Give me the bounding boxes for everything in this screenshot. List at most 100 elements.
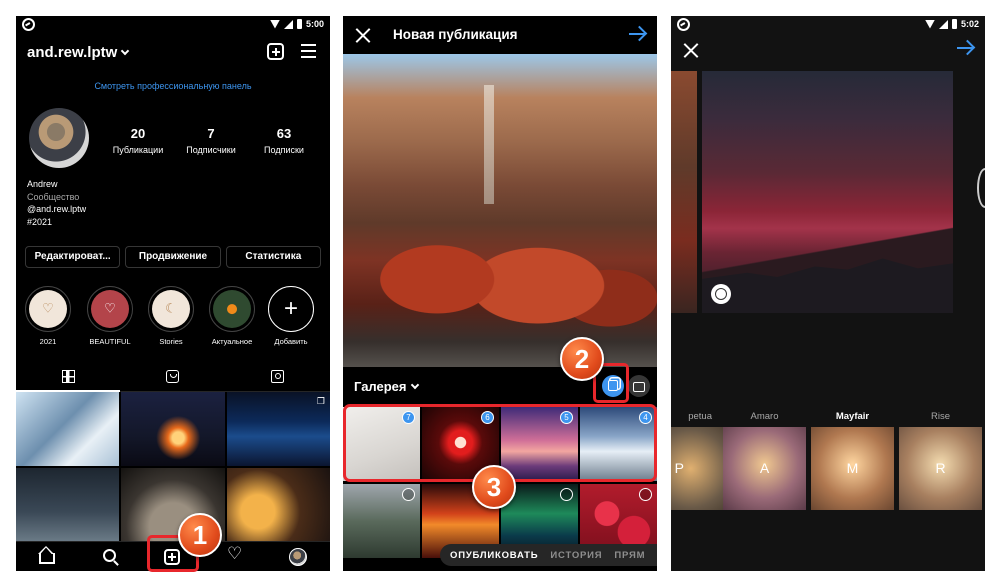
plus-icon: + [268, 286, 314, 332]
profile-screen: 5:00 and.rew.lptw Смотреть профессиональ… [16, 16, 330, 571]
next-photo-peek[interactable] [977, 168, 985, 208]
filter-thumbnail: M [811, 427, 894, 510]
app-logo-icon [22, 18, 35, 31]
post-thumbnail[interactable] [226, 467, 330, 541]
filter-thumbnail: R [899, 427, 982, 510]
filter-rise[interactable]: Rise R [899, 411, 982, 510]
stat-number: 20 [130, 126, 146, 141]
search-icon[interactable] [103, 549, 116, 562]
highlight-label: 2021 [39, 337, 57, 346]
edited-photo [702, 71, 953, 313]
post-thumbnail[interactable] [16, 392, 120, 466]
stat-label: Публикации [112, 145, 164, 155]
filter-name: Rise [930, 411, 950, 422]
moon-icon: ☾ [165, 301, 177, 317]
selection-circle-icon [560, 488, 573, 501]
bio: Andrew Сообщество @and.rew.lptw #2021 [27, 178, 86, 228]
insights-button[interactable]: Статистика [225, 246, 321, 268]
username: and.rew.lptw [27, 44, 118, 61]
bio-name: Andrew [27, 179, 58, 189]
bio-handle[interactable]: @and.rew.lptw [27, 203, 86, 216]
post-thumbnail[interactable]: ❐ [226, 392, 330, 466]
mode-tab-story[interactable]: ИСТОРИЯ [550, 550, 602, 561]
account-switcher[interactable]: and.rew.lptw [27, 44, 130, 61]
undo-icon[interactable] [711, 284, 731, 304]
selection-circle-icon [402, 488, 415, 501]
next-arrow-icon[interactable] [629, 27, 647, 42]
avatar[interactable] [29, 108, 89, 168]
highlight-beautiful[interactable]: ♡ BEAUTIFUL [82, 286, 138, 346]
gallery-item[interactable] [343, 484, 420, 558]
wifi-icon [924, 19, 935, 29]
professional-dashboard-link[interactable]: Смотреть профессиональную панель [16, 81, 330, 91]
add-highlight-button[interactable]: + Добавить [263, 286, 319, 346]
home-icon[interactable] [39, 553, 55, 564]
close-icon[interactable] [683, 43, 698, 58]
camera-icon[interactable] [628, 375, 650, 397]
stat-label: Подписки [264, 145, 304, 155]
page-title: Новая публикация [393, 27, 518, 42]
stat-number: 63 [276, 126, 292, 141]
bio-category: Сообщество [27, 191, 80, 202]
close-icon[interactable] [355, 28, 370, 43]
previous-photo-peek[interactable] [671, 71, 697, 313]
signal-icon [283, 19, 293, 29]
highlight-actual[interactable]: ● Актуальное [204, 286, 260, 346]
filter-name: petua [688, 411, 712, 422]
post-thumbnail[interactable] [16, 467, 120, 541]
following-count[interactable]: 63 Подписки [249, 126, 319, 155]
story-highlights: ♡ 2021 ♡ BEAUTIFUL ☾ Stories ● Актуально… [16, 286, 330, 348]
tab-reels[interactable] [121, 364, 225, 392]
status-time: 5:02 [960, 19, 979, 29]
highlight-label: Актуальное [211, 337, 253, 346]
status-bar: 5:00 [16, 16, 330, 33]
next-arrow-icon[interactable] [957, 41, 975, 56]
posts-count[interactable]: 20 Публикации [103, 126, 173, 155]
filter-amaro[interactable]: Amaro A [723, 411, 806, 510]
highlight-2021[interactable]: ♡ 2021 [20, 286, 76, 346]
gallery-label: Галерея [354, 379, 407, 394]
edit-profile-button[interactable]: Редактироват... [25, 246, 121, 268]
menu-icon[interactable] [301, 44, 316, 58]
gallery-dropdown[interactable]: Галерея [354, 379, 419, 394]
grid-icon [62, 370, 75, 383]
signal-icon [938, 19, 948, 29]
bio-hashtag[interactable]: #2021 [27, 216, 86, 229]
profile-avatar-icon[interactable] [289, 548, 307, 566]
tagged-icon [271, 370, 284, 383]
tab-tagged[interactable] [226, 364, 330, 392]
filter-perpetua[interactable]: petua P [671, 411, 724, 510]
profile-tabs [16, 364, 330, 392]
filter-thumbnail: P [671, 427, 724, 510]
tab-posts-grid[interactable] [16, 364, 120, 392]
status-time: 5:00 [305, 19, 324, 29]
stat-number: 7 [207, 126, 215, 141]
fruit-icon: ● [226, 301, 238, 317]
new-post-header: Новая публикация [343, 16, 657, 54]
promotion-button[interactable]: Продвижение [125, 246, 221, 268]
chevron-down-icon [121, 46, 130, 56]
selection-circle-icon [639, 488, 652, 501]
post-thumbnail[interactable] [121, 392, 225, 466]
reels-icon [166, 370, 179, 383]
app-logo-icon [677, 18, 690, 31]
posts-grid: ❐ [16, 392, 330, 541]
profile-header: and.rew.lptw [16, 41, 330, 65]
highlight-stories[interactable]: ☾ Stories [143, 286, 199, 346]
heart-outline-icon: ♡ [104, 301, 116, 317]
followers-count[interactable]: 7 Подписчики [176, 126, 246, 155]
step-badge-1: 1 [178, 513, 222, 557]
mode-tab-live[interactable]: ПРЯМ [614, 550, 645, 561]
wifi-icon [269, 19, 280, 29]
status-bar: 5:02 [671, 16, 985, 33]
mode-switcher: ОПУБЛИКОВАТЬ ИСТОРИЯ ПРЯМ [440, 544, 657, 566]
filter-screen: 5:02 petua P Amaro A Mayfair M Rise R [671, 16, 985, 571]
highlight-label: Stories [159, 337, 183, 346]
filter-mayfair[interactable]: Mayfair M [811, 411, 894, 510]
profile-actions: Редактироват... Продвижение Статистика [25, 246, 321, 268]
step-badge-3: 3 [472, 465, 516, 509]
selected-photo-preview [343, 54, 657, 367]
new-post-icon[interactable] [267, 43, 284, 60]
activity-heart-icon[interactable]: ♡ [227, 546, 243, 563]
mode-tab-post[interactable]: ОПУБЛИКОВАТЬ [450, 550, 538, 561]
